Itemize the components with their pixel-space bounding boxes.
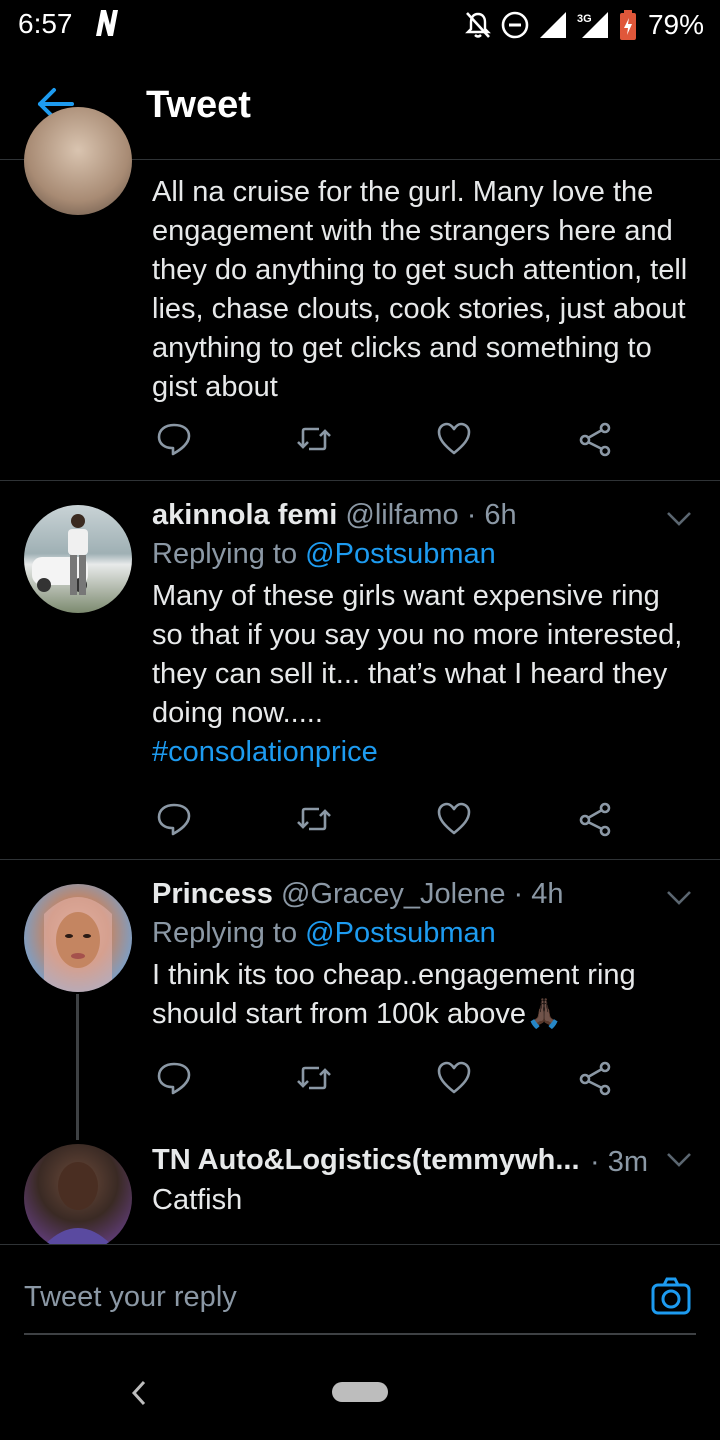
tweet-text: Many of these girls want expensive ring …: [152, 577, 690, 772]
replying-to: Replying to @Postsubman: [152, 538, 690, 571]
share-icon[interactable]: [576, 1058, 616, 1098]
share-icon[interactable]: [576, 419, 616, 459]
signal-icon: [539, 12, 566, 38]
hashtag-link[interactable]: #consolationprice: [152, 736, 378, 768]
avatar[interactable]: [24, 1144, 132, 1244]
reply-icon[interactable]: [154, 799, 194, 839]
avatar[interactable]: [24, 884, 132, 992]
battery-icon: [619, 10, 636, 40]
network-type-label: 3G: [577, 13, 592, 25]
reply-icon[interactable]: [154, 1058, 194, 1098]
mention-link[interactable]: @Postsubman: [305, 538, 496, 570]
page-title: Tweet: [146, 84, 251, 126]
avatar-photo: [45, 1162, 111, 1244]
netflix-notification-icon: [96, 10, 118, 36]
chevron-down-icon[interactable]: [666, 890, 692, 906]
retweet-icon[interactable]: [294, 1058, 334, 1098]
tweet-text: I think its too cheap..engagement ring s…: [152, 959, 636, 1030]
author-name[interactable]: TN Auto&Logistics(temmywh...: [152, 1144, 580, 1176]
tweet[interactable]: Princess @Gracey_Jolene · 4h Replying to…: [0, 860, 720, 1140]
share-icon[interactable]: [576, 799, 616, 839]
replying-to-label: Replying to: [152, 538, 298, 570]
mention-link[interactable]: @Postsubman: [305, 917, 496, 949]
tweet-actions: [154, 419, 624, 459]
heart-icon[interactable]: [434, 799, 474, 839]
tweet-actions: [154, 799, 624, 839]
tweet-header: Princess @Gracey_Jolene · 4h: [152, 878, 690, 911]
tweet-text: All na cruise for the gurl. Many love th…: [152, 176, 688, 403]
avatar[interactable]: [24, 107, 132, 215]
avatar-photo: [32, 514, 88, 595]
replying-to: Replying to @Postsubman: [152, 917, 690, 950]
avatar[interactable]: [24, 505, 132, 613]
status-icons: 3G 79%: [464, 8, 704, 42]
chevron-left-icon: [131, 1380, 146, 1406]
notifications-off-icon: [465, 12, 491, 38]
tweet[interactable]: akinnola femi @lilfamo · 6h Replying to …: [0, 481, 720, 860]
chevron-down-icon[interactable]: [666, 511, 692, 527]
status-bar: 6:57 3G 79%: [0, 0, 720, 50]
reply-icon[interactable]: [154, 419, 194, 459]
reply-underline: [24, 1333, 696, 1335]
tweet[interactable]: All na cruise for the gurl. Many love th…: [0, 107, 720, 481]
author-name[interactable]: Princess: [152, 878, 273, 910]
nav-home-pill[interactable]: [332, 1382, 388, 1402]
chevron-down-icon[interactable]: [666, 1152, 692, 1168]
heart-icon[interactable]: [434, 419, 474, 459]
camera-icon: [651, 1277, 691, 1315]
replying-to-label: Replying to: [152, 917, 298, 949]
tweet-text: Catfish: [152, 1184, 243, 1216]
tweet-header: akinnola femi @lilfamo · 6h: [152, 499, 690, 532]
author-name[interactable]: akinnola femi: [152, 499, 337, 531]
reply-composer: [0, 1244, 720, 1354]
status-time: 6:57: [18, 8, 73, 39]
do-not-disturb-icon: [501, 11, 529, 39]
tweet-time: · 6h: [466, 499, 517, 531]
nav-back-button[interactable]: [128, 1378, 150, 1408]
retweet-icon[interactable]: [294, 419, 334, 459]
author-handle[interactable]: @lilfamo: [345, 499, 458, 531]
avatar-photo: [44, 897, 112, 992]
tweet-header: TN Auto&Logistics(temmywh...: [152, 1144, 590, 1177]
retweet-icon[interactable]: [294, 799, 334, 839]
heart-icon[interactable]: [434, 1058, 474, 1098]
tweet-text-body: Many of these girls want expensive ring …: [152, 580, 683, 729]
camera-button[interactable]: [650, 1275, 692, 1317]
system-nav-bar: [0, 1354, 720, 1440]
tweet-actions: [154, 1058, 624, 1098]
reply-input[interactable]: [24, 1275, 624, 1319]
author-handle[interactable]: @Gracey_Jolene: [281, 878, 506, 910]
battery-percentage: 79%: [647, 9, 704, 40]
tweet-time: · 3m: [590, 1146, 648, 1178]
signal-3g-icon: 3G: [577, 12, 608, 38]
tweet-time: · 4h: [513, 878, 564, 910]
tweet[interactable]: TN Auto&Logistics(temmywh... Catfish · 3…: [0, 1140, 720, 1244]
